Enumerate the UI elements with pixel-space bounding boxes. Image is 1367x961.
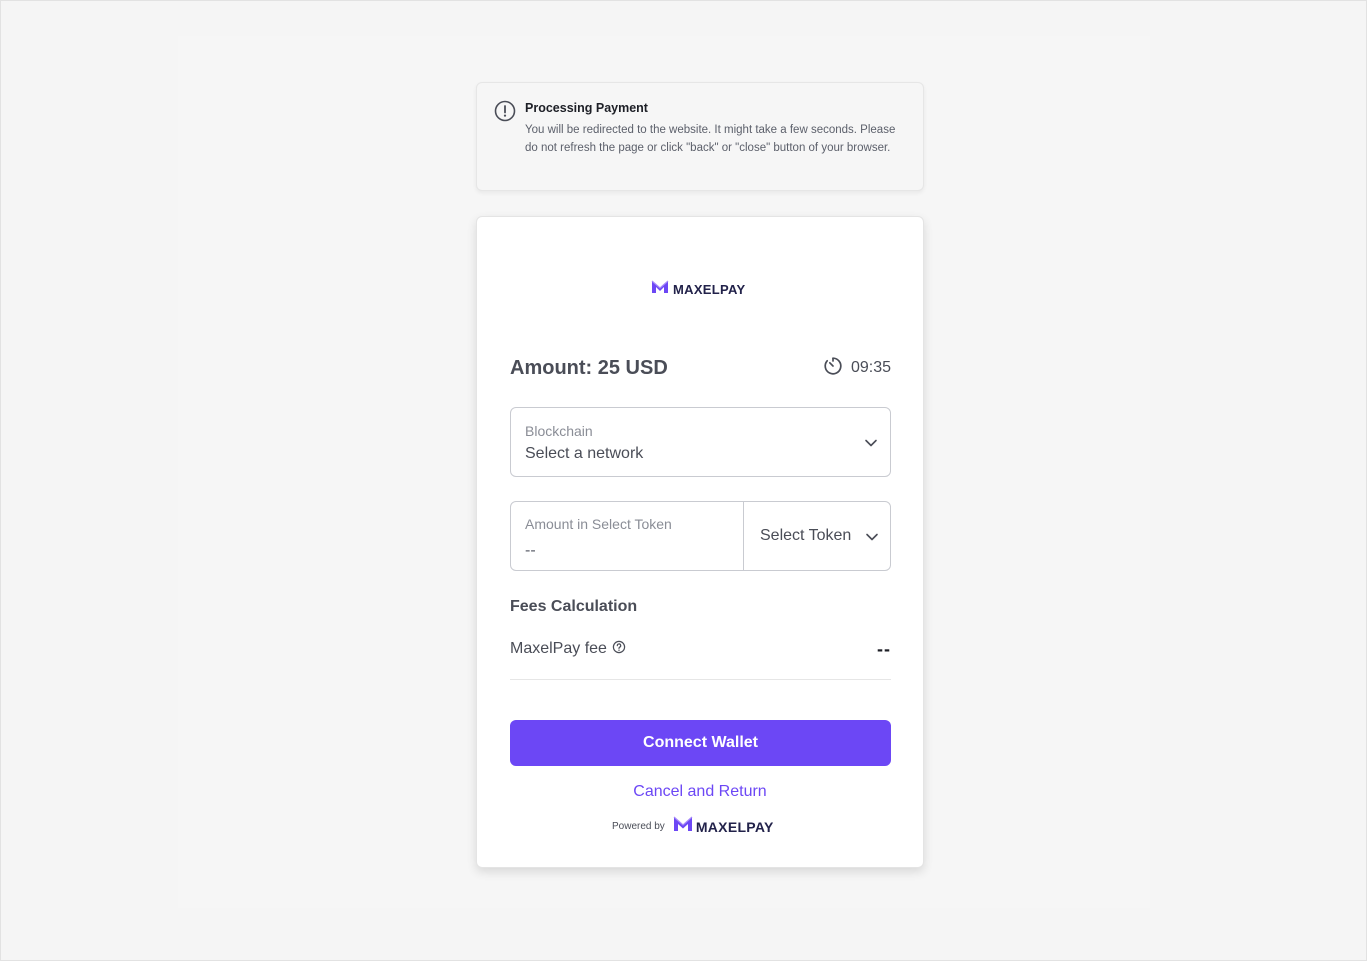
token-divider bbox=[743, 502, 744, 570]
maxelpay-logo-text: MAXELPAY bbox=[673, 281, 746, 297]
token-select[interactable]: Select Token bbox=[760, 527, 851, 545]
maxelpay-logo-icon bbox=[651, 280, 669, 299]
token-amount-value[interactable]: -- bbox=[525, 542, 536, 560]
timer-icon bbox=[823, 356, 843, 381]
maxelpay-fee-value: -- bbox=[877, 638, 891, 659]
fee-label-group: MaxelPay fee bbox=[510, 640, 626, 659]
blockchain-label: Blockchain bbox=[525, 423, 593, 439]
cancel-and-return-link[interactable]: Cancel and Return bbox=[477, 783, 923, 801]
notice-message: You will be redirected to the website. I… bbox=[525, 124, 896, 154]
maxelpay-fee-label: MaxelPay fee bbox=[510, 640, 607, 657]
blockchain-value: Select a network bbox=[525, 445, 644, 462]
countdown-timer: 09:35 bbox=[823, 356, 891, 381]
divider bbox=[510, 679, 891, 680]
processing-notice: Processing Payment You will be redirecte… bbox=[476, 82, 924, 191]
timer-value: 09:35 bbox=[850, 359, 891, 376]
help-icon[interactable] bbox=[612, 640, 626, 659]
fees-title: Fees Calculation bbox=[510, 598, 638, 615]
token-amount-label: Amount in Select Token bbox=[525, 516, 672, 532]
exclamation-circle-icon bbox=[494, 100, 516, 122]
powered-by-label: Powered by bbox=[612, 821, 665, 832]
powered-by: Powered by MAXELPAY bbox=[612, 816, 774, 837]
amount-label: Amount: 25 USD bbox=[510, 356, 668, 379]
payment-card: MAXELPAY Amount: 25 USD 09:35 Blockchain… bbox=[476, 216, 924, 868]
maxelpay-footer-logo: MAXELPAY bbox=[673, 816, 774, 837]
chevron-down-icon bbox=[864, 436, 878, 450]
blockchain-select[interactable]: Blockchain Select a network bbox=[510, 407, 891, 477]
maxelpay-logo-text: MAXELPAY bbox=[695, 818, 774, 835]
chevron-down-icon[interactable] bbox=[865, 530, 879, 544]
token-amount-group: Amount in Select Token -- Select Token bbox=[510, 501, 891, 571]
notice-title: Processing Payment bbox=[525, 101, 648, 115]
fee-row: MaxelPay fee -- bbox=[510, 639, 891, 659]
maxelpay-logo: MAXELPAY bbox=[651, 280, 746, 299]
amount-row: Amount: 25 USD 09:35 bbox=[510, 355, 891, 381]
connect-wallet-button[interactable]: Connect Wallet bbox=[510, 720, 891, 766]
maxelpay-logo-icon bbox=[673, 816, 693, 837]
